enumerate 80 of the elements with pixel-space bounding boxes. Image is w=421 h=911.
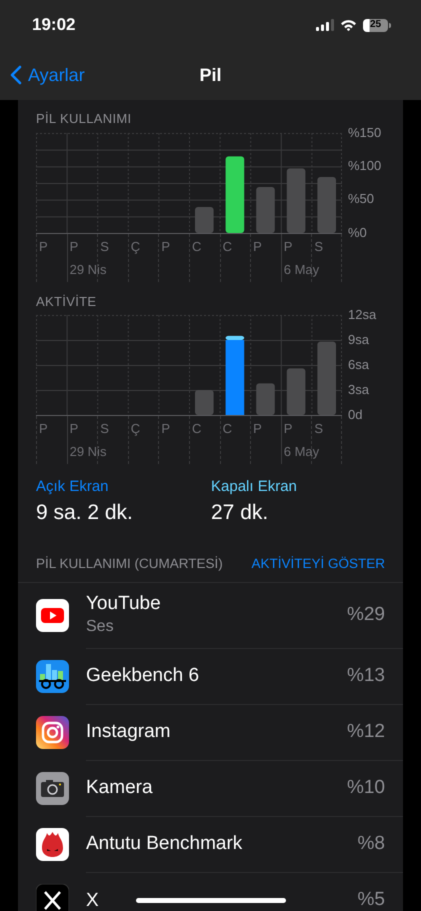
- axis-label: 3sa: [348, 382, 369, 398]
- app-row[interactable]: YouTube Ses %29: [18, 582, 403, 648]
- section-header: PİL KULLANIMI (CUMARTESİ): [36, 554, 223, 573]
- axis-label: %50: [348, 191, 374, 208]
- legend-label: Kapalı Ekran: [211, 477, 298, 497]
- bar: [317, 176, 336, 232]
- day-label: P: [160, 238, 172, 256]
- chart-title: PİL KULLANIMI: [36, 110, 132, 128]
- day-label: P: [38, 238, 49, 256]
- legend-value: 9 sa. 2 dk.: [36, 500, 134, 526]
- axis-label: 0d: [348, 407, 362, 423]
- legend-label: Açık Ekran: [36, 477, 110, 497]
- app-row[interactable]: Kamera %10: [18, 760, 403, 816]
- app-row[interactable]: Instagram %12: [18, 704, 403, 760]
- day-label: P: [38, 420, 49, 438]
- day-label: P: [68, 238, 80, 256]
- app-detail: Ses: [86, 617, 115, 637]
- wifi-icon: [340, 19, 357, 31]
- date-label: 6 May: [284, 443, 320, 461]
- bar: [256, 383, 275, 415]
- clock: 19:02: [31, 14, 76, 36]
- legend-value: 27 dk.: [211, 500, 270, 526]
- day-label: S: [99, 238, 110, 256]
- day-label: P: [252, 238, 263, 256]
- day-label: C: [190, 420, 202, 438]
- axis-label: 6sa: [348, 357, 369, 373]
- day-label: S: [313, 238, 324, 256]
- date-label: 6 May: [284, 260, 320, 279]
- usage-percent: %29: [346, 602, 385, 627]
- day-label: S: [313, 420, 324, 438]
- camera-icon: [36, 772, 69, 805]
- day-label: P: [282, 238, 294, 256]
- axis-label: %100: [348, 158, 382, 174]
- app-row[interactable]: X %5: [18, 872, 403, 911]
- back-chevron-icon: [10, 65, 22, 85]
- day-label: C: [222, 238, 233, 256]
- day-label: C: [222, 420, 233, 438]
- axis-label: 9sa: [348, 332, 369, 348]
- signal-icon: [316, 19, 334, 31]
- day-label: Ç: [130, 420, 142, 438]
- bar: [195, 390, 214, 415]
- camera-outline-icon: [36, 716, 69, 749]
- bar: [256, 186, 275, 232]
- usage-percent: %8: [358, 832, 385, 856]
- page-title: Pil: [200, 64, 222, 86]
- show-activity-link[interactable]: AKTİVİTEYİ GÖSTER: [251, 554, 385, 574]
- bar: [286, 168, 306, 232]
- axis-label: %0: [348, 224, 367, 240]
- app-row[interactable]: Geekbench 6 %13: [18, 648, 403, 704]
- day-label: S: [99, 420, 110, 438]
- bar: [286, 368, 306, 415]
- video-play-icon: [36, 599, 69, 632]
- bar: [195, 206, 214, 232]
- day-label: P: [282, 420, 294, 438]
- app-name: X: [86, 888, 100, 911]
- bar-chart-glasses-icon: [36, 660, 69, 693]
- flame-creature-icon: [36, 828, 69, 861]
- app-name: Geekbench 6: [86, 664, 200, 688]
- day-label: Ç: [130, 238, 142, 256]
- usage-percent: %5: [358, 888, 385, 911]
- battery-icon: 25: [363, 18, 391, 32]
- day-label: C: [190, 238, 202, 256]
- axis-label: %150: [348, 124, 382, 140]
- app-name: Kamera: [86, 776, 154, 800]
- axis-label: 12sa: [348, 307, 376, 323]
- day-label: P: [160, 420, 172, 438]
- app-name: YouTube: [86, 592, 162, 616]
- back-button[interactable]: Ayarlar: [0, 62, 85, 88]
- day-label: P: [68, 420, 80, 438]
- usage-percent: %13: [346, 664, 385, 688]
- day-label: P: [252, 420, 263, 438]
- app-name: Antutu Benchmark: [86, 832, 244, 856]
- date-label: 29 Nis: [70, 443, 106, 461]
- app-row[interactable]: Antutu Benchmark %8: [18, 816, 403, 872]
- usage-percent: %12: [346, 720, 385, 744]
- x-logo-icon: [36, 884, 69, 911]
- app-name: Instagram: [86, 720, 172, 744]
- usage-percent: %10: [346, 776, 385, 800]
- chart-title: AKTİVİTE: [36, 292, 98, 310]
- date-label: 29 Nis: [70, 260, 106, 278]
